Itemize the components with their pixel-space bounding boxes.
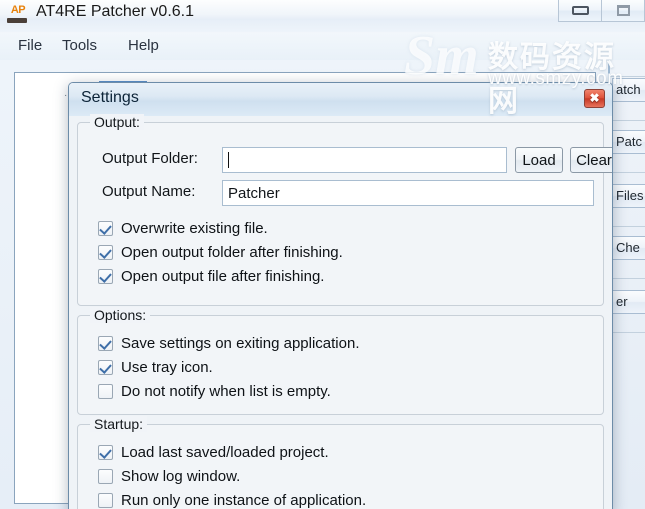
- background-button-5[interactable]: er: [612, 290, 645, 314]
- group-output: Output: Output Folder: Load Clear Output…: [77, 114, 612, 306]
- checkbox-icon-unchecked: [98, 383, 113, 399]
- menu-item-help[interactable]: Help: [122, 37, 165, 54]
- checkbox-save-settings-on-exit[interactable]: Save settings on exiting application.: [98, 332, 359, 354]
- checkbox-open-output-folder[interactable]: Open output folder after finishing.: [98, 241, 343, 263]
- settings-dialog: Settings ✖ Output: Output Folder: Load C…: [68, 82, 613, 509]
- checkbox-icon-unchecked: [98, 492, 113, 508]
- checkbox-label: Save settings on exiting application.: [121, 334, 360, 352]
- checkbox-run-single-instance[interactable]: Run only one instance of application.: [98, 489, 366, 509]
- checkbox-icon-checked: [98, 220, 113, 236]
- app-icon-label: AP: [10, 4, 26, 16]
- maximize-button[interactable]: [601, 0, 645, 22]
- main-window-titlebar: AP AT4RE Patcher v0.6.1: [0, 0, 645, 32]
- menu-item-tools[interactable]: Tools: [56, 37, 103, 54]
- checkbox-load-last-project[interactable]: Load last saved/loaded project.: [98, 441, 329, 463]
- app-icon: AP: [7, 4, 29, 26]
- checkbox-icon-checked: [98, 359, 113, 375]
- clear-button[interactable]: Clear: [570, 147, 612, 173]
- background-button-4[interactable]: Che: [612, 236, 645, 260]
- close-icon: ✖: [589, 91, 600, 105]
- checkbox-open-output-file[interactable]: Open output file after finishing.: [98, 265, 324, 287]
- settings-dialog-titlebar: Settings ✖: [69, 83, 612, 116]
- close-button[interactable]: ✖: [584, 89, 605, 108]
- screen: AP AT4RE Patcher v0.6.1 File Tools Help: [0, 0, 645, 509]
- checkbox-icon-checked: [98, 244, 113, 260]
- output-folder-row: Output Folder: Load Clear: [78, 147, 612, 173]
- background-separator: [610, 278, 645, 279]
- checkbox-label: Overwrite existing file.: [121, 219, 268, 237]
- background-button-3[interactable]: Files: [612, 184, 645, 208]
- checkbox-label: Load last saved/loaded project.: [121, 443, 329, 461]
- group-options: Options: Save settings on exiting applic…: [77, 307, 604, 415]
- checkbox-icon-unchecked: [98, 468, 113, 484]
- background-button-2[interactable]: Patc: [612, 130, 645, 154]
- group-output-title: Output:: [90, 114, 144, 130]
- checkbox-icon-checked: [98, 335, 113, 351]
- app-title: AT4RE Patcher v0.6.1: [36, 3, 194, 20]
- checkbox-label: Use tray icon.: [121, 358, 213, 376]
- output-folder-input[interactable]: [222, 147, 507, 173]
- output-name-input[interactable]: Patcher: [222, 180, 594, 206]
- output-name-label: Output Name:: [102, 183, 196, 200]
- menu-item-file[interactable]: File: [12, 37, 48, 54]
- checkbox-use-tray-icon[interactable]: Use tray icon.: [98, 356, 213, 378]
- app-icon-bar: [7, 18, 27, 23]
- background-separator: [610, 332, 645, 333]
- checkbox-label: Do not notify when list is empty.: [121, 382, 331, 400]
- output-folder-label: Output Folder:: [102, 150, 198, 167]
- checkbox-label: Open output folder after finishing.: [121, 243, 343, 261]
- checkbox-icon-checked: [98, 268, 113, 284]
- settings-dialog-title: Settings: [81, 89, 139, 106]
- checkbox-label: Show log window.: [121, 467, 241, 485]
- background-button-1[interactable]: atch: [612, 78, 645, 102]
- checkbox-label: Run only one instance of application.: [121, 491, 367, 509]
- background-right-panel: atch Patc Files Che er: [608, 60, 645, 509]
- checkbox-label: Open output file after finishing.: [121, 267, 325, 285]
- maximize-icon: [616, 5, 630, 16]
- checkbox-overwrite-existing-file[interactable]: Overwrite existing file.: [98, 217, 268, 239]
- minimize-button[interactable]: [558, 0, 602, 22]
- output-name-row: Output Name: Patcher: [78, 180, 603, 206]
- checkbox-show-log-window[interactable]: Show log window.: [98, 465, 240, 487]
- text-caret: [228, 152, 229, 168]
- checkbox-icon-checked: [98, 444, 113, 460]
- background-separator: [610, 76, 645, 77]
- checkbox-do-not-notify-empty[interactable]: Do not notify when list is empty.: [98, 380, 331, 402]
- group-options-title: Options:: [90, 307, 151, 323]
- load-button[interactable]: Load: [515, 147, 563, 173]
- group-startup: Startup: Load last saved/loaded project.…: [77, 416, 604, 509]
- main-menubar: File Tools Help: [0, 33, 645, 61]
- settings-dialog-body: Output: Output Folder: Load Clear Output…: [69, 114, 612, 509]
- background-separator: [610, 226, 645, 227]
- background-separator: [610, 120, 645, 121]
- window-controls: [558, 0, 645, 23]
- group-startup-title: Startup:: [90, 416, 148, 432]
- background-separator: [610, 172, 645, 173]
- minimize-icon: [571, 6, 589, 15]
